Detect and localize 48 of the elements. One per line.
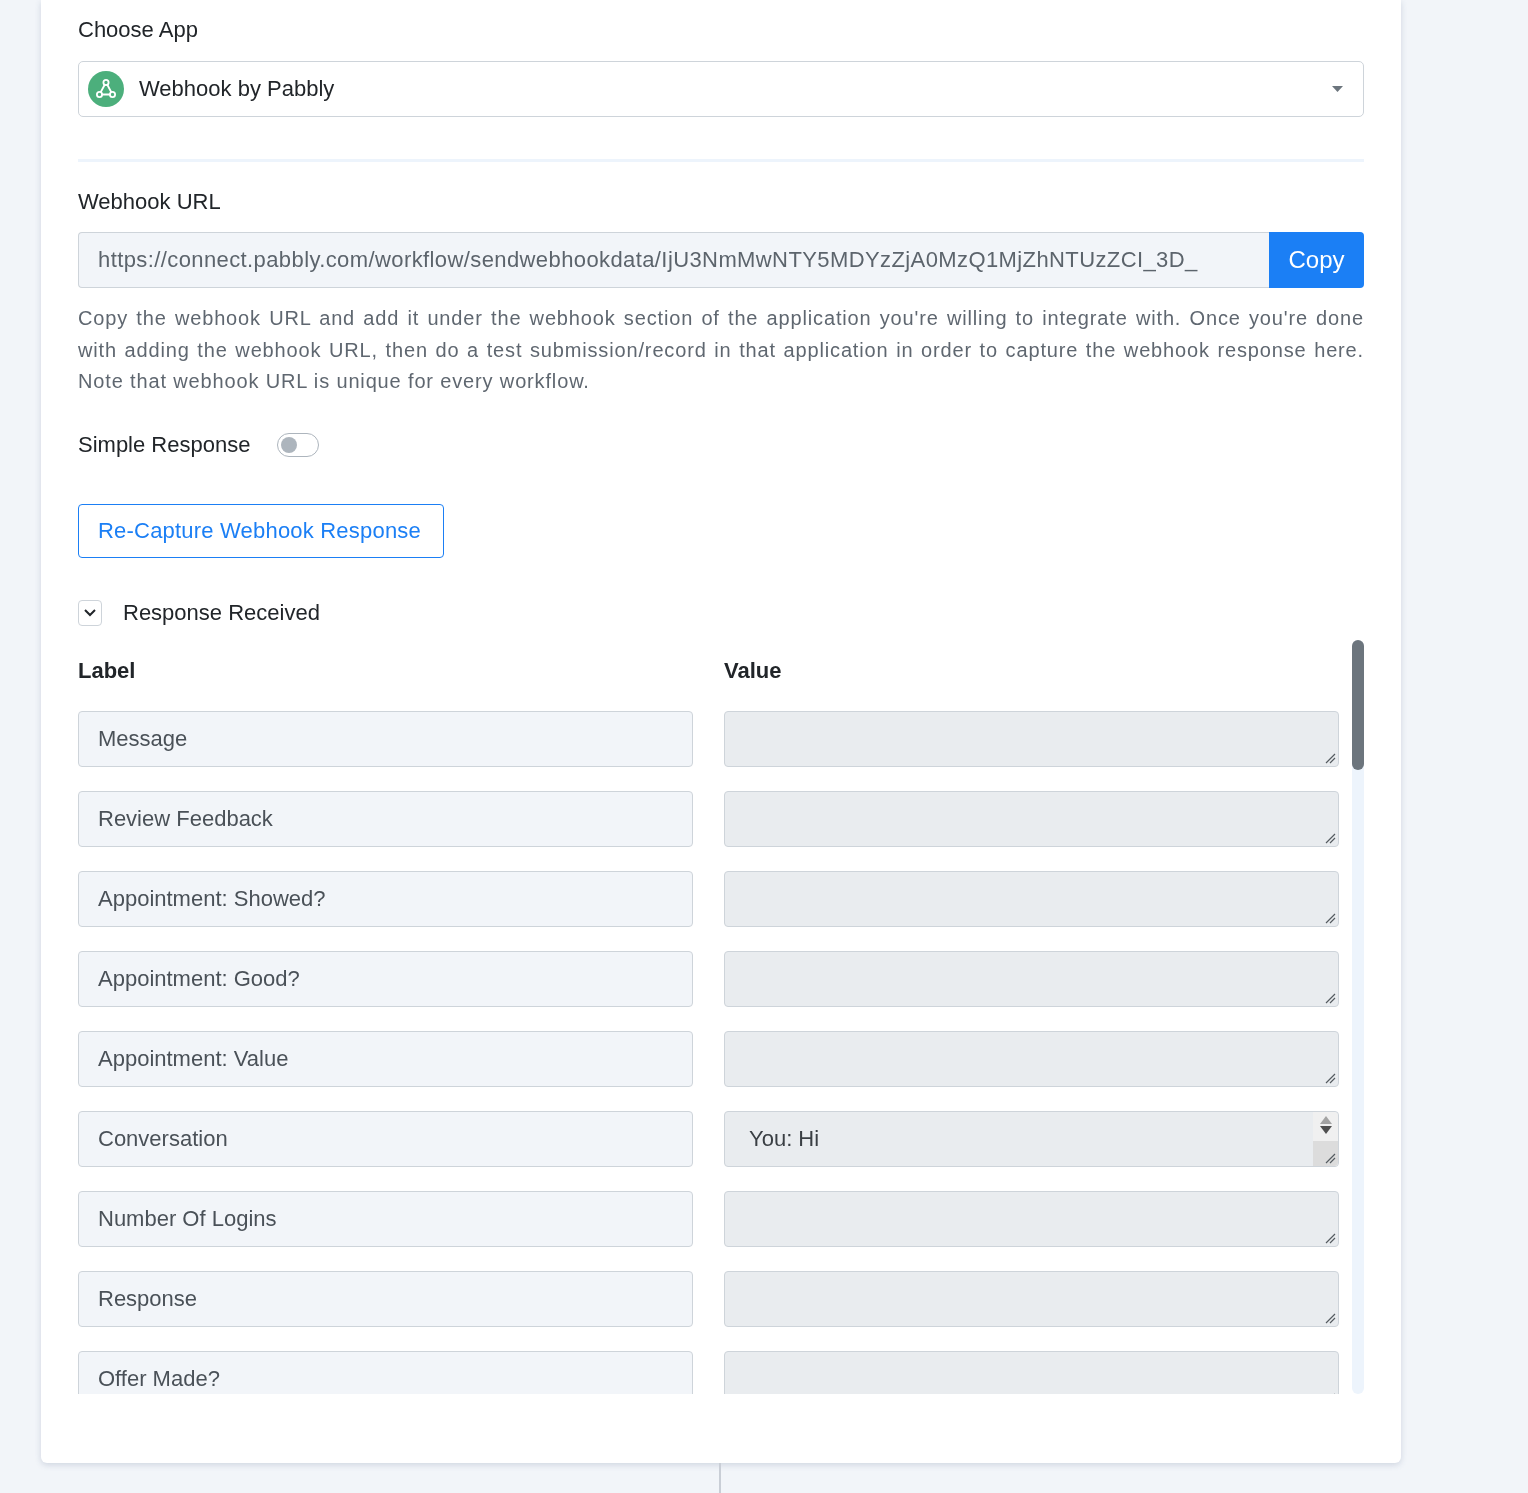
chevron-icon (84, 608, 96, 617)
resize-grip-icon[interactable] (1325, 1152, 1336, 1164)
value-field[interactable] (724, 950, 1339, 1007)
toggle-label: Simple Response (78, 431, 251, 458)
label-field[interactable]: Number Of Logins (78, 1190, 693, 1247)
resize-grip-icon[interactable] (1325, 992, 1336, 1004)
label-field[interactable]: Appointment: Value (78, 1030, 693, 1087)
resize-grip-icon[interactable] (1325, 912, 1336, 924)
label-field[interactable]: Response (78, 1270, 693, 1327)
label-field[interactable]: Offer Made? (78, 1350, 693, 1394)
resize-grip-icon[interactable] (1325, 1072, 1336, 1084)
section-title: Response Received (123, 599, 320, 626)
value-field[interactable] (724, 1270, 1339, 1327)
value-field[interactable] (724, 790, 1339, 847)
scrollbar-thumb[interactable] (1352, 639, 1364, 770)
label-field[interactable]: Conversation (78, 1110, 693, 1167)
label-field[interactable]: Message (78, 710, 693, 767)
help-text: Copy the webhook URL and add it under the webhook section of the application you're willing to integrate with. Once you're done with adding the webhook URL, then do a test submission/record in that application in order to capture the webhook response here. Note that webhook URL is unique for every workflow. (78, 306, 1364, 394)
field-label: Webhook URL (78, 188, 221, 216)
label-field[interactable]: Appointment: Showed? (78, 870, 693, 927)
value-field[interactable] (724, 1030, 1339, 1087)
scrollbar-track[interactable] (1352, 639, 1364, 1394)
field-scrollbar[interactable] (1313, 1111, 1338, 1166)
caret-icon (1332, 86, 1343, 92)
scroll-down-icon[interactable] (1319, 1125, 1332, 1134)
url-field[interactable]: https://connect.pabbly.com/workflow/sendwebhookdata/IjU3NmMwNTY5MDYzZjA0MzQ1MjZhNTUzZCI_3D_ (78, 232, 1269, 288)
toggle-switch[interactable] (277, 432, 320, 457)
value-field[interactable] (724, 710, 1339, 767)
label-field[interactable]: Appointment: Good? (78, 950, 693, 1007)
column-header: Value (724, 656, 782, 685)
resize-grip-icon[interactable] (1325, 1232, 1336, 1244)
field-label: Choose App (78, 16, 198, 44)
value-field[interactable]: You: Hi (724, 1110, 1339, 1167)
value-field[interactable] (724, 1350, 1339, 1394)
app-select[interactable]: Webhook by Pabbly (78, 61, 1364, 117)
resize-grip-icon[interactable] (1325, 752, 1336, 764)
column-header: Label (78, 656, 136, 685)
value-field[interactable] (724, 870, 1339, 927)
label-field[interactable]: Review Feedback (78, 790, 693, 847)
selected-app: Webhook by Pabbly (139, 76, 335, 102)
webhook-icon (88, 71, 124, 107)
recapture-button[interactable]: Re-Capture Webhook Response (78, 503, 444, 558)
copy-button[interactable]: Copy (1269, 232, 1364, 288)
collapse-toggle[interactable] (78, 599, 102, 626)
value-field[interactable] (724, 1190, 1339, 1247)
connector-line (719, 1462, 721, 1493)
resize-grip-icon[interactable] (1325, 1312, 1336, 1324)
resize-grip-icon[interactable] (1325, 832, 1336, 844)
